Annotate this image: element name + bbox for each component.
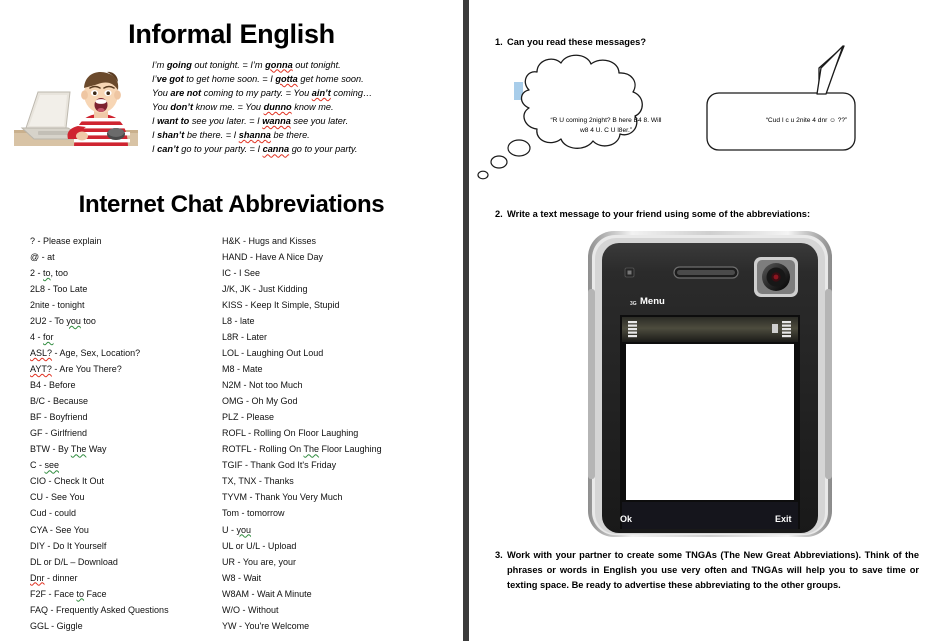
abbreviation-item: W8 - Wait <box>222 572 262 583</box>
page-title-internet-chat-abbreviations: Internet Chat Abbreviations <box>78 190 385 218</box>
abbreviation-item: W8AM - Wait A Minute <box>222 588 312 599</box>
phone-softkey-exit[interactable]: Exit <box>775 514 792 524</box>
exercise-2-number: 2. <box>495 209 503 219</box>
phone-network-label: 3G <box>630 301 637 307</box>
abbreviation-item: C - see <box>30 460 60 471</box>
abbreviation-item: 2L8 - Too Late <box>30 283 88 294</box>
informal-english-sentences: I’m going out tonight. = I’m gonna out t… <box>152 58 452 157</box>
abbreviation-item: OMG - Oh My God <box>222 396 298 407</box>
abbreviation-item: TGIF - Thank God It's Friday <box>222 460 337 471</box>
abbreviation-item: PLZ - Please <box>222 412 275 423</box>
abbreviation-item: LOL - Laughing Out Loud <box>222 348 324 359</box>
abbreviation-item: Dnr - dinner <box>30 572 78 583</box>
abbreviation-item: TX, TNX - Thanks <box>222 476 294 487</box>
abbreviation-item: CYA - See You <box>30 524 89 535</box>
abbreviation-item: CIO - Check It Out <box>30 476 105 487</box>
exercise-3-text: Work with your partner to create some TN… <box>507 550 919 590</box>
thought-bubble-text: “R U coming 2night? B here B4 8. Will w8… <box>550 117 662 134</box>
boy-at-laptop-photo <box>12 59 140 148</box>
abbreviation-item: DIY - Do It Yourself <box>30 540 107 551</box>
abbreviation-item: YW - You're Welcome <box>222 620 310 631</box>
abbreviation-item: 4 - for <box>30 331 54 342</box>
abbreviation-item: 2 - to, too <box>30 267 69 278</box>
abbreviation-item: KISS - Keep It Simple, Stupid <box>222 299 340 310</box>
abbreviation-item: ? - Please explain <box>30 235 102 246</box>
abbreviation-item: HAND - Have A Nice Day <box>222 251 324 262</box>
abbreviation-item: N2M - Not too Much <box>222 380 303 391</box>
abbreviation-item: B/C - Because <box>30 396 89 407</box>
exercise-3: 3. Work with your partner to create some… <box>485 548 919 593</box>
abbreviation-item: L8R - Later <box>222 331 268 342</box>
abbreviation-item: BF - Boyfriend <box>30 412 88 423</box>
abbreviation-item: FAQ - Frequently Asked Questions <box>30 604 169 615</box>
informal-english-block: I’m going out tonight. = I’m gonna out t… <box>0 58 463 173</box>
left-page: Informal English I’m going out tonight. … <box>0 0 463 641</box>
abbreviation-item: GGL - Giggle <box>30 620 83 631</box>
abbreviation-item: ASL? - Age, Sex, Location? <box>30 348 141 359</box>
abbreviation-item: GF - Girlfriend <box>30 428 88 439</box>
abbreviation-item: DL or D/L – Download <box>30 556 118 567</box>
abbreviation-item: IC - I See <box>222 267 261 278</box>
informal-sentence: I shan’t be there. = I shanna be there. <box>152 130 310 141</box>
exercise-2-text: Write a text message to your friend usin… <box>507 209 811 219</box>
message-bubbles: “R U coming 2night? B here B4 8. Will w8… <box>469 28 933 203</box>
abbreviation-item: TYVM - Thank You Very Much <box>222 492 343 503</box>
abbreviation-item: @ - at <box>30 251 55 262</box>
informal-sentence: I want to see you later. = I wanna see y… <box>152 116 349 127</box>
informal-sentence: I’ve got to get home soon. = I gotta get… <box>152 73 364 84</box>
abbreviation-item: F2F - Face to Face <box>30 588 107 599</box>
informal-sentence: I’m going out tonight. = I’m gonna out t… <box>152 59 341 70</box>
abbreviation-item: Tom - tomorrow <box>222 508 285 519</box>
abbreviation-item: L8 - late <box>222 315 255 326</box>
abbreviation-item: B4 - Before <box>30 380 76 391</box>
abbreviation-item: Cud - could <box>30 508 77 519</box>
abbreviation-item: ROFL - Rolling On Floor Laughing <box>222 428 359 439</box>
abbreviation-item: J/K, JK - Just Kidding <box>222 283 308 294</box>
abbreviations-column-right: H&K - Hugs and Kisses HAND - Have A Nice … <box>222 233 452 634</box>
informal-sentence: You don’t know me. = You dunno know me. <box>152 101 334 112</box>
abbreviation-item: W/O - Without <box>222 604 279 615</box>
abbreviations-column-left: ? - Please explain @ - at 2 - to, too 2L8 -… <box>30 233 222 634</box>
abbreviation-item: U - you <box>222 524 252 535</box>
abbreviation-item: M8 - Mate <box>222 364 263 375</box>
abbreviation-item: BTW - By The Way <box>30 444 107 455</box>
abbreviation-item: 2U2 - To you too <box>30 315 96 326</box>
abbreviation-item: CU - See You <box>30 492 85 503</box>
page-divider <box>463 0 469 641</box>
abbreviation-item: ROTFL - Rolling On The Floor Laughing <box>222 444 382 455</box>
abbreviations-list: ? - Please explain @ - at 2 - to, too 2L8 -… <box>0 233 463 634</box>
abbreviation-item: UL or U/L - Upload <box>222 540 297 551</box>
abbreviation-item: H&K - Hugs and Kisses <box>222 235 317 246</box>
informal-sentence: You are not coming to my party. = You ai… <box>152 87 373 98</box>
worksheet-page: Informal English I’m going out tonight. … <box>0 0 933 641</box>
abbreviation-item: AYT? - Are You There? <box>30 364 122 375</box>
abbreviation-item: UR - You are, your <box>222 556 297 567</box>
speech-bubble-text: “Cud I c u 2nite 4 dnr ☺ ??” <box>765 117 848 124</box>
informal-sentence: I can’t go to your party. = I canna go t… <box>152 144 358 155</box>
exercise-3-number: 3. <box>495 550 503 560</box>
mobile-phone-illustration <box>586 229 834 539</box>
page-title-informal-english: Informal English <box>128 19 335 49</box>
phone-menu-label[interactable]: Menu <box>640 296 665 307</box>
abbreviation-item: 2nite - tonight <box>30 299 85 310</box>
exercise-2: 2. Write a text message to your friend u… <box>485 207 915 222</box>
phone-softkey-ok[interactable]: Ok <box>620 514 632 524</box>
